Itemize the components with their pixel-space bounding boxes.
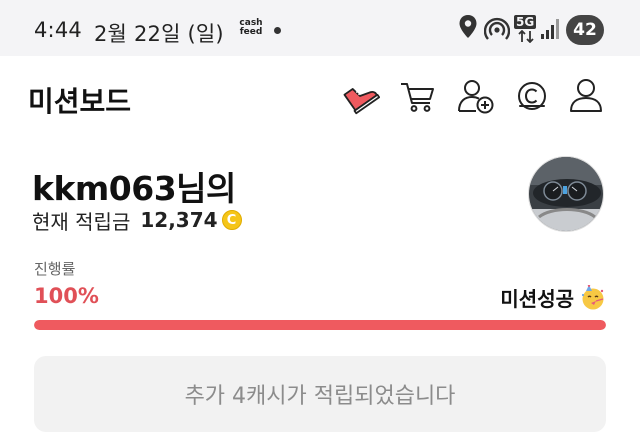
progress-label: 진행률 xyxy=(34,260,76,278)
battery-icon: 42 xyxy=(566,15,604,45)
status-date: 2월 22일 (일) xyxy=(94,22,224,46)
profile-icon[interactable] xyxy=(566,76,606,116)
progress-percent: 100% xyxy=(34,284,99,308)
hotspot-icon xyxy=(484,17,510,40)
signal-strength-icon xyxy=(541,19,559,39)
more-notifications-dot-icon xyxy=(274,27,281,34)
mission-status: 미션성공 xyxy=(500,283,606,312)
coin-icon[interactable] xyxy=(512,76,552,116)
status-time: 4:44 xyxy=(34,18,82,42)
coin-badge-icon: C xyxy=(221,210,242,230)
points-row: 현재 적립금 12,374 C xyxy=(32,206,242,234)
5g-network-icon: 5G xyxy=(514,14,538,44)
progress-bar-fill xyxy=(34,320,606,330)
user-name: kkm063님의 xyxy=(32,169,236,208)
mission-status-text: 미션성공 xyxy=(500,287,574,311)
app-header: 미션보드 xyxy=(0,56,640,140)
reward-claimed-button[interactable]: 추가 4캐시가 적립되었습니다 xyxy=(34,356,606,432)
page-title: 미션보드 xyxy=(28,85,132,118)
cashfeed-notification-icon: cash feed xyxy=(238,19,264,37)
sneaker-icon[interactable] xyxy=(340,76,381,116)
cart-icon[interactable] xyxy=(398,76,438,116)
points-label: 현재 적립금 xyxy=(32,209,131,234)
party-face-icon xyxy=(581,284,604,309)
add-friend-icon[interactable] xyxy=(456,76,496,116)
location-icon xyxy=(459,15,477,38)
cashfeed-bottom-text: feed xyxy=(239,27,263,37)
points-value: 12,374 xyxy=(140,208,218,232)
progress-bar xyxy=(34,320,606,330)
network-label: 5G xyxy=(514,15,537,29)
avatar[interactable] xyxy=(528,156,604,232)
status-bar: 4:44 2월 22일 (일) cash feed 5G 42 xyxy=(0,0,640,56)
